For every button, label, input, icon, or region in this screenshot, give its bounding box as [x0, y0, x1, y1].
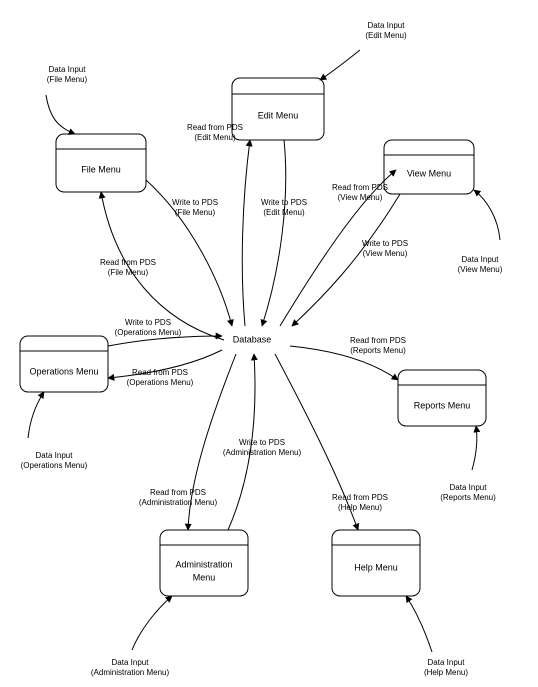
svg-text:Data Input: Data Input — [428, 658, 466, 667]
svg-text:(View Menu): (View Menu) — [338, 193, 383, 202]
edit-read-arrow — [242, 140, 250, 326]
help-menu-node: Help Menu — [332, 530, 420, 596]
svg-text:(File Menu): (File Menu) — [175, 208, 216, 217]
svg-text:Write to PDS: Write to PDS — [125, 318, 171, 327]
view-write-arrow — [292, 194, 400, 326]
svg-text:Read from PDS: Read from PDS — [187, 123, 243, 132]
operations-menu-node: Operations Menu — [20, 336, 108, 392]
svg-text:Data Input: Data Input — [112, 658, 150, 667]
svg-text:(Edit Menu): (Edit Menu) — [263, 208, 305, 217]
svg-text:(Help Menu): (Help Menu) — [424, 668, 468, 677]
svg-text:(File Menu): (File Menu) — [47, 75, 88, 84]
svg-text:(View Menu): (View Menu) — [458, 265, 503, 274]
svg-text:(Edit Menu): (Edit Menu) — [194, 133, 236, 142]
svg-text:(Reports Menu): (Reports Menu) — [350, 346, 406, 355]
database-label: Database — [233, 334, 272, 344]
edit-data-input-arrow — [320, 50, 360, 80]
svg-text:Write to PDS: Write to PDS — [239, 438, 285, 447]
svg-text:(Operations Menu): (Operations Menu) — [21, 461, 88, 470]
svg-text:Edit Menu: Edit Menu — [258, 110, 299, 120]
svg-text:Read from PDS: Read from PDS — [132, 368, 188, 377]
edit-write-arrow — [262, 140, 286, 326]
help-data-input-arrow — [406, 596, 432, 652]
context-diagram: Database File Menu Edit Menu View Menu O… — [0, 0, 538, 687]
svg-text:Data Input: Data Input — [36, 451, 74, 460]
svg-text:(Edit Menu): (Edit Menu) — [365, 31, 407, 40]
edit-menu-node: Edit Menu — [232, 78, 324, 140]
svg-text:Read from PDS: Read from PDS — [332, 183, 388, 192]
svg-text:View Menu: View Menu — [407, 168, 451, 178]
svg-text:Read from PDS: Read from PDS — [100, 258, 156, 267]
file-menu-node: File Menu — [56, 134, 146, 192]
svg-text:Data Input: Data Input — [462, 255, 500, 264]
svg-text:(View Menu): (View Menu) — [363, 249, 408, 258]
svg-text:(Administration Menu): (Administration Menu) — [139, 498, 218, 507]
reports-menu-node: Reports Menu — [398, 370, 486, 426]
view-menu-node: View Menu — [384, 140, 474, 194]
svg-text:Data Input: Data Input — [49, 65, 87, 74]
reports-data-input-arrow — [472, 426, 477, 470]
svg-text:Read from PDS: Read from PDS — [150, 488, 206, 497]
svg-text:Operations Menu: Operations Menu — [29, 366, 98, 376]
svg-text:(Administration Menu): (Administration Menu) — [223, 448, 302, 457]
svg-text:File Menu: File Menu — [81, 164, 121, 174]
svg-text:(File Menu): (File Menu) — [108, 268, 149, 277]
svg-text:Read from PDS: Read from PDS — [350, 336, 406, 345]
admin-data-input-arrow — [132, 596, 172, 650]
svg-text:Read from PDS: Read from PDS — [332, 493, 388, 502]
svg-text:(Operations Menu): (Operations Menu) — [115, 328, 182, 337]
svg-text:Administration: Administration — [175, 559, 232, 569]
file-data-input-arrow — [46, 95, 75, 134]
svg-text:Help Menu: Help Menu — [354, 562, 398, 572]
ops-write-arrow — [108, 336, 222, 346]
svg-text:(Help Menu): (Help Menu) — [338, 503, 382, 512]
svg-text:(Operations Menu): (Operations Menu) — [127, 378, 194, 387]
ops-data-input-arrow — [28, 392, 44, 438]
svg-text:Data Input: Data Input — [368, 21, 406, 30]
svg-text:Write to PDS: Write to PDS — [362, 239, 408, 248]
administration-menu-node: Administration Menu — [160, 530, 248, 596]
svg-text:Data Input: Data Input — [450, 483, 488, 492]
svg-text:Reports Menu: Reports Menu — [414, 400, 471, 410]
svg-text:(Reports Menu): (Reports Menu) — [440, 493, 496, 502]
svg-text:(Administration Menu): (Administration Menu) — [91, 668, 170, 677]
view-data-input-arrow — [474, 190, 500, 240]
svg-text:Write to PDS: Write to PDS — [261, 198, 307, 207]
svg-text:Write to PDS: Write to PDS — [172, 198, 218, 207]
svg-text:Menu: Menu — [193, 572, 216, 582]
